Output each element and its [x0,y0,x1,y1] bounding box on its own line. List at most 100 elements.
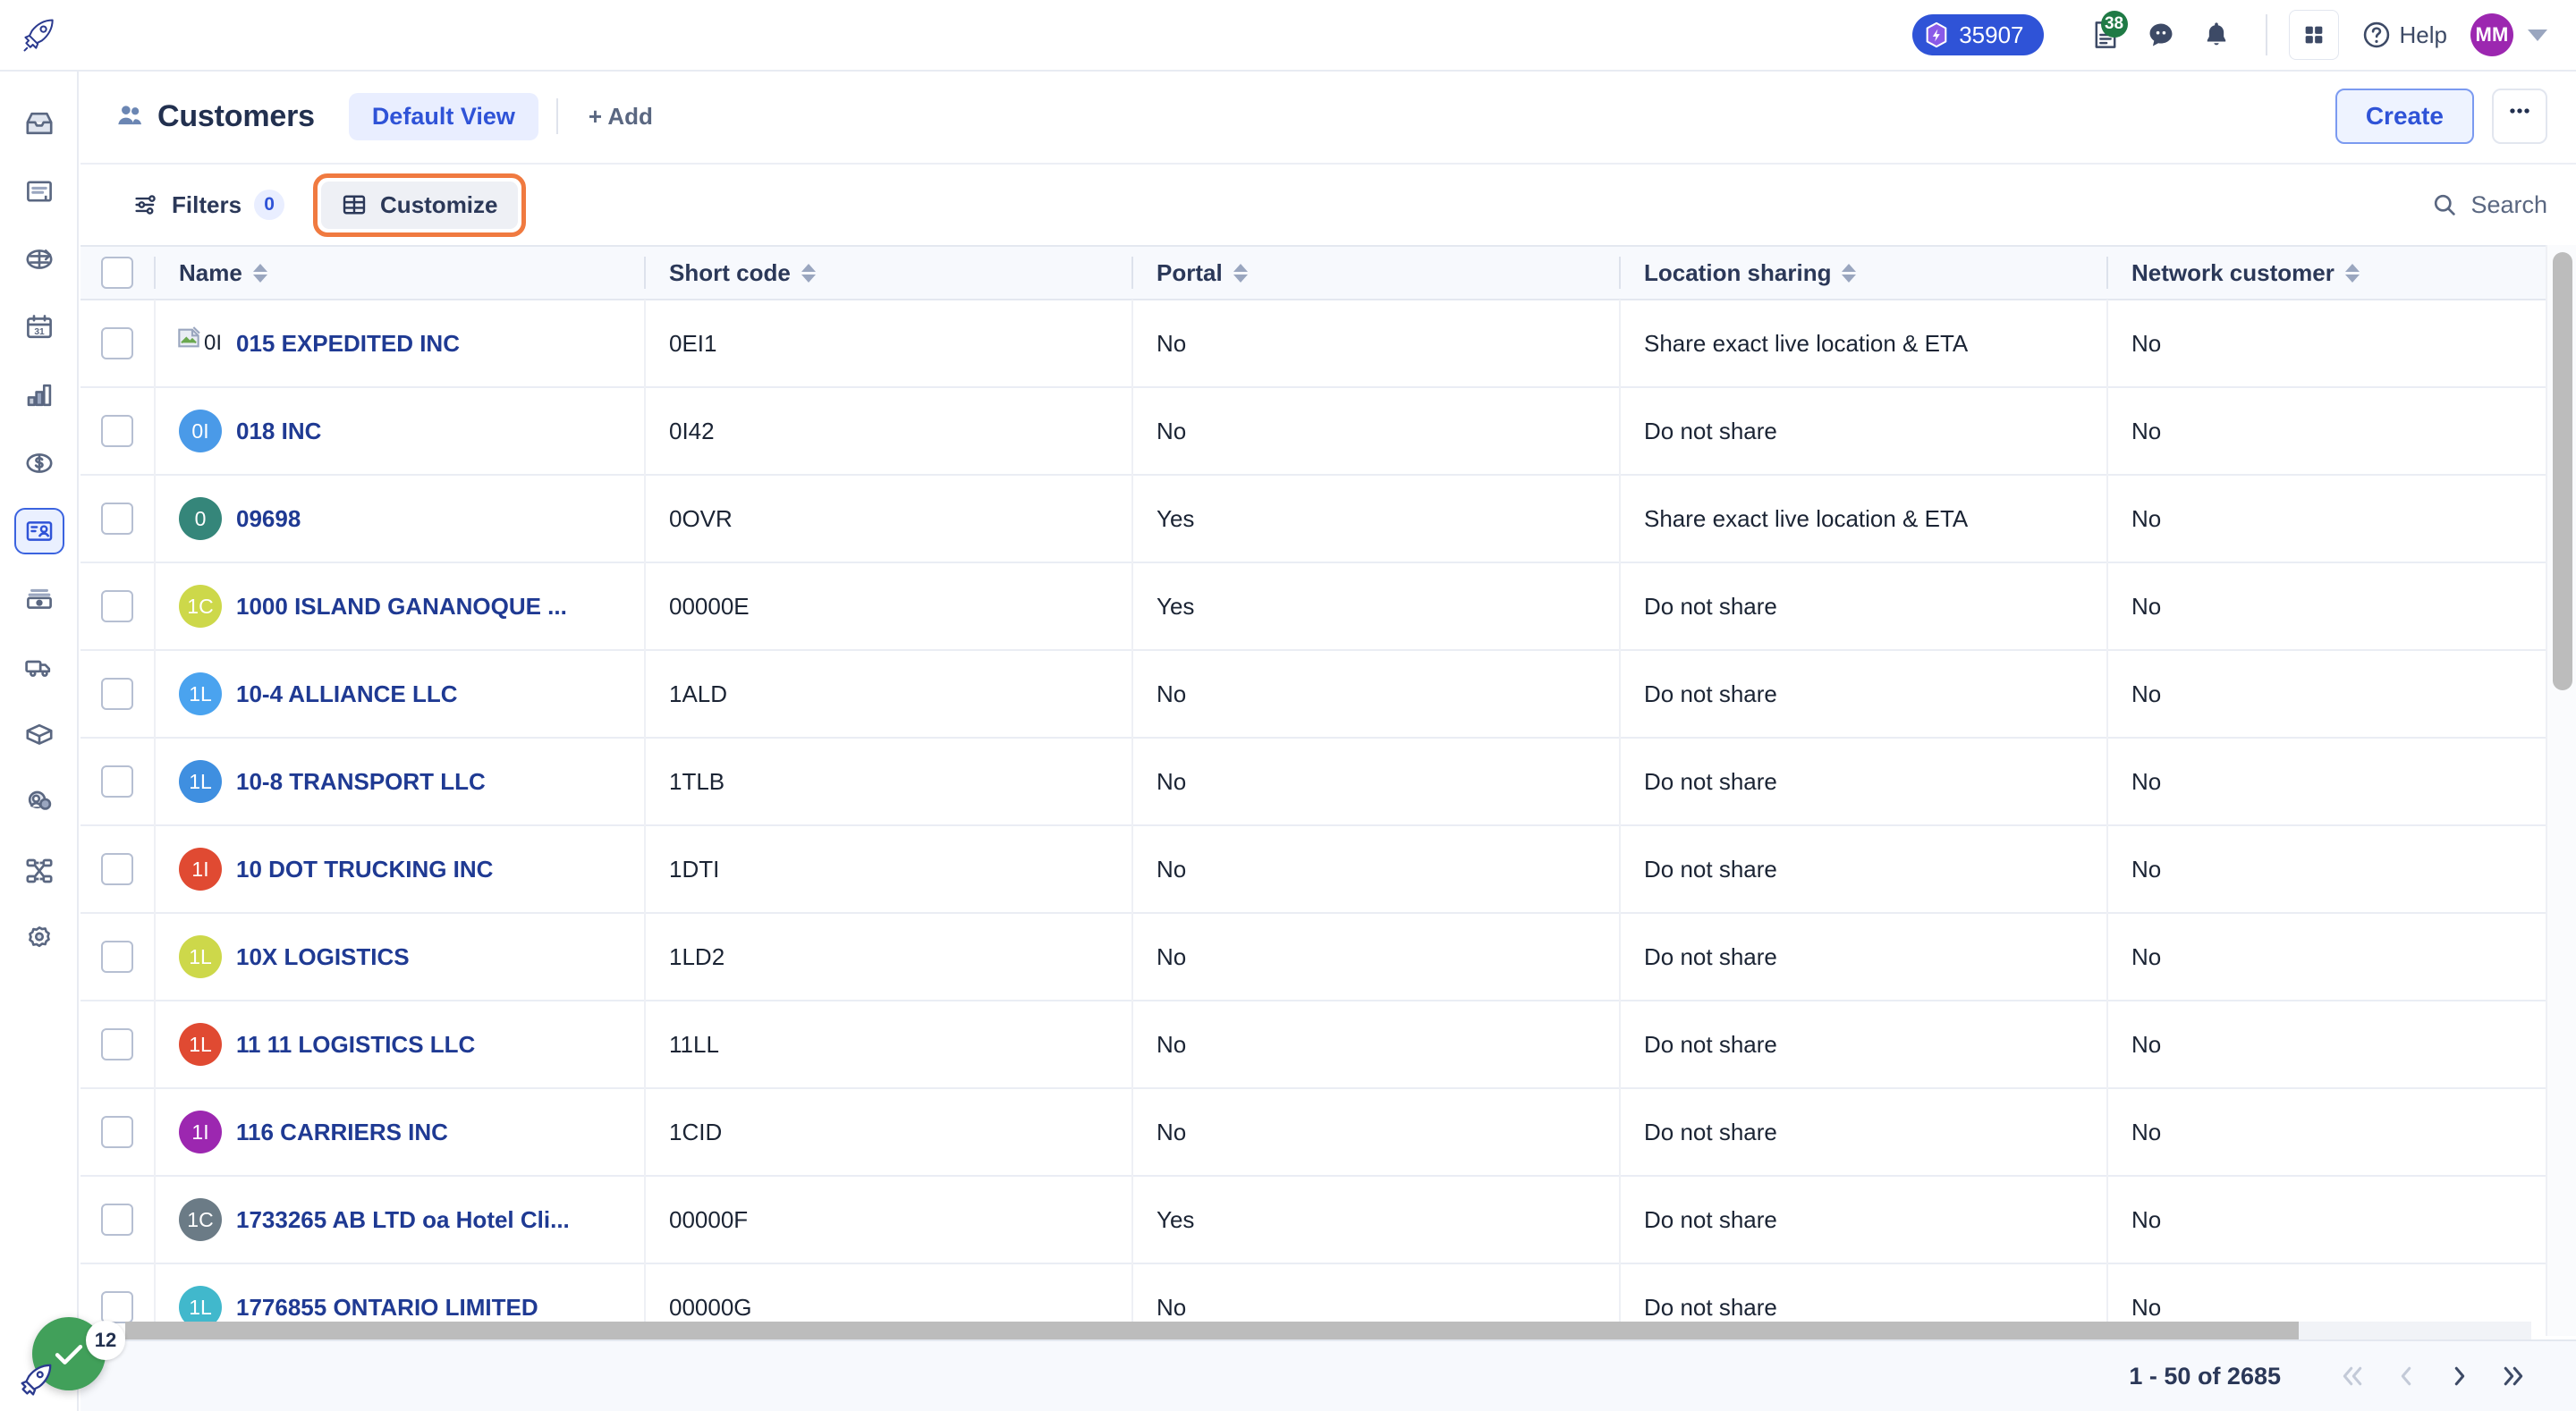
customer-name-link[interactable]: 10-4 ALLIANCE LLC [236,680,458,708]
row-select-checkbox[interactable] [80,913,154,1001]
column-header-short-code[interactable]: Short code [644,245,1131,300]
table-row[interactable]: 1I 10 DOT TRUCKING INC 1DTI No Do not share N… [80,825,2576,914]
customer-name-cell[interactable]: 1C 1733265 AB LTD oa Hotel Cli... [154,1176,644,1263]
documents-icon[interactable]: 38 [2078,7,2133,63]
customize-button[interactable]: Customize [321,181,518,229]
customer-name-link[interactable]: 015 EXPEDITED INC [236,330,460,358]
row-select-checkbox[interactable] [80,738,154,825]
chevron-down-icon[interactable] [2528,29,2547,41]
customer-name-cell[interactable]: 1L 11 11 LOGISTICS LLC [154,1001,644,1088]
sidebar-item-global[interactable] [0,225,79,293]
column-header-location-sharing[interactable]: Location sharing [1619,245,2106,300]
table-row[interactable]: 1L 10-8 TRANSPORT LLC 1TLB No Do not share No [80,738,2576,826]
customer-name-link[interactable]: 1000 ISLAND GANANOQUE ... [236,593,567,621]
select-all-checkbox[interactable] [80,245,154,300]
next-page-button[interactable] [2433,1349,2487,1403]
sidebar-item-carriers[interactable] [0,565,79,633]
table-row[interactable]: 1L 10-4 ALLIANCE LLC 1ALD No Do not share No [80,650,2576,739]
column-header-portal[interactable]: Portal [1131,245,1619,300]
customer-name-cell[interactable]: 0I 015 EXPEDITED INC [154,300,644,387]
row-select-checkbox[interactable] [80,1088,154,1176]
row-select-checkbox[interactable] [80,300,154,387]
previous-page-button[interactable] [2379,1349,2433,1403]
sidebar-item-loads[interactable] [0,701,79,769]
add-view-button[interactable]: + Add [576,96,665,138]
vertical-scrollbar-thumb[interactable] [2553,252,2572,690]
search-button[interactable]: Search [2431,191,2547,219]
table-row[interactable]: 0I 015 EXPEDITED INC 0EI1 No Share exact liv… [80,300,2576,388]
table-row[interactable]: 0I 018 INC 0I42 No Do not share No [80,387,2576,476]
sidebar-item-fleet[interactable] [0,633,79,701]
sidebar-item-contacts[interactable] [0,769,79,837]
app-logo[interactable] [0,0,79,71]
row-select-checkbox[interactable] [80,1176,154,1263]
row-select-checkbox[interactable] [80,387,154,475]
create-button[interactable]: Create [2334,89,2474,144]
column-header-network-customer[interactable]: Network customer [2106,245,2554,300]
table-row[interactable]: 1I 116 CARRIERS INC 1CID No Do not share No [80,1088,2576,1177]
column-header-name[interactable]: Name [154,245,644,300]
sidebar-item-inbox[interactable] [0,89,79,157]
customer-name-link[interactable]: 09698 [236,505,301,533]
location-sharing-cell: Do not share [1619,1088,2106,1176]
customer-name-link[interactable]: 10-8 TRANSPORT LLC [236,768,486,796]
customer-name-link[interactable]: 11 11 LOGISTICS LLC [236,1031,475,1059]
sidebar-item-integrations[interactable] [0,837,79,905]
sidebar-item-customers[interactable] [0,497,79,565]
customer-name-cell[interactable]: 1L 10-4 ALLIANCE LLC [154,650,644,738]
row-select-checkbox[interactable] [80,475,154,562]
sort-arrows-icon[interactable] [1233,263,1248,283]
tab-default-view[interactable]: Default View [348,92,538,140]
bell-notification-icon[interactable] [2189,7,2244,63]
customer-name-link[interactable]: 10 DOT TRUCKING INC [236,856,493,883]
row-select-checkbox[interactable] [80,1001,154,1088]
customer-name-link[interactable]: 10X LOGISTICS [236,943,410,971]
customer-name-cell[interactable]: 1L 10X LOGISTICS [154,913,644,1001]
svg-text:31: 31 [34,327,45,337]
help-button[interactable]: Help [2362,21,2447,49]
sidebar-item-reports[interactable] [0,361,79,429]
table-row[interactable]: 1C 1733265 AB LTD oa Hotel Cli... 00000F Ye… [80,1176,2576,1264]
avatar: 1L [179,760,222,803]
table-row[interactable]: 1C 1000 ISLAND GANANOQUE ... 00000E Yes Do n… [80,562,2576,651]
more-options-button[interactable] [2492,89,2547,144]
customer-name-link[interactable]: 018 INC [236,418,321,445]
customer-name-cell[interactable]: 1I 116 CARRIERS INC [154,1088,644,1176]
customer-name-cell[interactable]: 0 09698 [154,475,644,562]
grid-apps-icon[interactable] [2288,10,2339,60]
customer-name-cell[interactable]: 1I 10 DOT TRUCKING INC [154,825,644,913]
row-select-checkbox[interactable] [80,825,154,913]
horizontal-scrollbar-thumb[interactable] [125,1322,2299,1339]
credits-badge[interactable]: 35907 [1912,14,2044,55]
last-page-button[interactable] [2487,1349,2540,1403]
customer-name-link[interactable]: 1776855 ONTARIO LIMITED [236,1294,538,1322]
sort-arrows-icon[interactable] [1842,263,1857,283]
sidebar-item-billing[interactable] [0,429,79,497]
table-row[interactable]: 1L 10X LOGISTICS 1LD2 No Do not share No [80,913,2576,1001]
sidebar-item-calendar[interactable]: 31 [0,293,79,361]
customer-name-link[interactable]: 116 CARRIERS INC [236,1119,448,1146]
row-select-checkbox[interactable] [80,650,154,738]
vertical-scrollbar[interactable] [2546,245,2576,1336]
sidebar-item-documents[interactable] [0,157,79,225]
sort-arrows-icon[interactable] [252,263,267,283]
filters-button[interactable]: Filters 0 [116,180,301,230]
customer-name-cell[interactable]: 1C 1000 ISLAND GANANOQUE ... [154,562,644,650]
table-row[interactable]: 1L 11 11 LOGISTICS LLC 11LL No Do not share N… [80,1001,2576,1089]
horizontal-scrollbar[interactable] [125,1322,2531,1339]
table-row[interactable]: 0 09698 0OVR Yes Share exact live location &… [80,475,2576,563]
short-code-cell: 1CID [644,1088,1131,1176]
chat-bubble-icon[interactable] [2133,7,2189,63]
sort-arrows-icon[interactable] [801,263,816,283]
sidebar-item-settings[interactable] [0,905,79,973]
first-page-button[interactable] [2326,1349,2379,1403]
row-select-checkbox[interactable] [80,562,154,650]
location-sharing-cell: Do not share [1619,913,2106,1001]
customer-name-cell[interactable]: 0I 018 INC [154,387,644,475]
customer-name-cell[interactable]: 1L 10-8 TRANSPORT LLC [154,738,644,825]
globe-icon [14,236,64,283]
avatar[interactable]: MM [2470,13,2513,56]
customer-name-link[interactable]: 1733265 AB LTD oa Hotel Cli... [236,1206,570,1234]
sort-arrows-icon[interactable] [2344,263,2360,283]
chevron-right-icon [2454,1366,2465,1386]
